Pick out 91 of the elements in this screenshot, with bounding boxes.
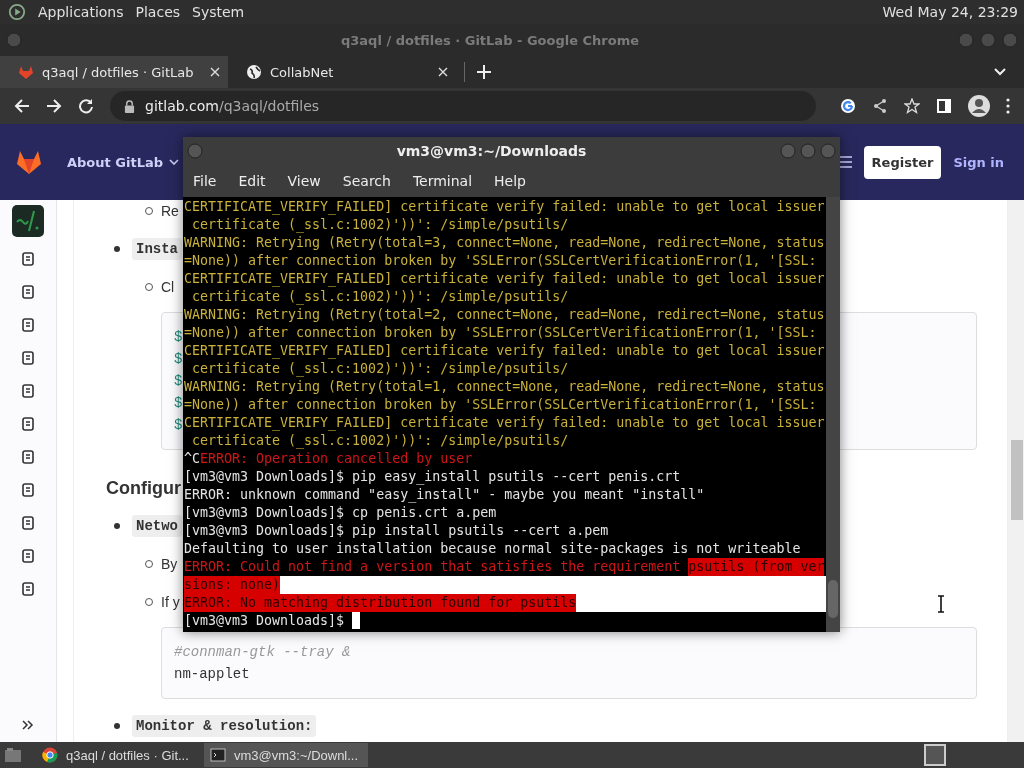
- section-heading: Configur: [106, 478, 181, 499]
- workspace-switcher[interactable]: [924, 744, 946, 766]
- menu-logo-icon[interactable]: [8, 3, 26, 21]
- taskbar-button[interactable]: q3aql / dotfiles · Git...: [36, 743, 200, 767]
- code-line: $: [174, 329, 183, 345]
- list-item-text: Re: [161, 202, 179, 221]
- terminal-text: certificate (_ssl.c:1002)'))': /simple/psutils/: [191, 288, 569, 306]
- page-scrollbar[interactable]: [1008, 200, 1024, 742]
- terminal-text: certificate (_ssl.c:1002)'))': /simple/psutils/: [191, 360, 569, 378]
- register-button[interactable]: Register: [863, 145, 942, 179]
- terminal-text: ERROR: Operation cancelled by user: [200, 450, 473, 468]
- bullet-icon: [114, 246, 120, 252]
- terminal-text: ERROR: unknown command "easy_install" - maybe you meant "install": [184, 486, 705, 504]
- terminal-text: WARNING: Retrying (Retry(total=2, connect=None, read=None, redirect=None, status: [184, 306, 825, 324]
- taskbar-button[interactable]: vm3@vm3:~/Downl...: [204, 743, 368, 767]
- back-icon[interactable]: [14, 98, 30, 114]
- code-line: nm-applet: [174, 666, 250, 682]
- terminal-text: CERTIFICATE_VERIFY_FAILED] certificate verify failed: unable to get local issuer: [184, 414, 825, 432]
- caret-icon[interactable]: [169, 159, 179, 165]
- inline-code: Monitor & resolution:: [132, 715, 317, 737]
- code-line: $: [174, 351, 183, 367]
- inline-code: Insta: [132, 238, 182, 260]
- bullet-icon: [114, 523, 120, 529]
- code-line: $: [174, 395, 183, 411]
- expand-icon[interactable]: [22, 720, 34, 730]
- star-icon[interactable]: [904, 98, 920, 114]
- panel-menu[interactable]: Applications: [38, 4, 124, 20]
- nav-menu[interactable]: About GitLab: [67, 154, 163, 170]
- panel-menu[interactable]: System: [192, 4, 245, 20]
- menu-item[interactable]: Terminal: [412, 173, 473, 189]
- fox-logo-icon[interactable]: [16, 150, 42, 174]
- terminal-text: [vm3@vm3 Downloads]$ pip install psutils --cert a.pem: [184, 522, 609, 540]
- lock-icon[interactable]: [124, 99, 135, 113]
- project-avatar-icon[interactable]: [12, 205, 44, 237]
- tab-list-icon[interactable]: [994, 68, 1006, 76]
- terminal-text: =None)) after connection broken by 'SSLError(SSLCertVerificationError(1, '[SSL:: [184, 324, 817, 342]
- menu-item[interactable]: Help: [494, 173, 526, 189]
- terminal-icon: [210, 747, 226, 763]
- list-item-text: Cl: [161, 278, 175, 297]
- terminal-text: certificate (_ssl.c:1002)'))': /simple/psutils/: [191, 432, 569, 450]
- code-line: $: [174, 417, 183, 433]
- inline-code: Netwo: [132, 515, 182, 537]
- hamburger-icon[interactable]: [837, 156, 852, 168]
- share-icon[interactable]: [872, 98, 888, 114]
- terminal-text: [vm3@vm3 Downloads]$ pip easy_install psutils --cert penis.crt: [184, 468, 681, 486]
- terminal-text: ERROR: Could not find a version that satisfies the requirement: [184, 558, 682, 576]
- reload-icon[interactable]: [78, 98, 94, 114]
- google-icon[interactable]: [840, 98, 856, 114]
- terminal-text: WARNING: Retrying (Retry(total=3, connect=None, read=None, redirect=None, status: [184, 234, 825, 252]
- address-bar[interactable]: gitlab.com/q3aql/dotfiles: [110, 91, 816, 121]
- window-title: q3aql / dotfiles · GitLab - Google Chrome: [339, 32, 641, 48]
- menu-item[interactable]: View: [287, 173, 321, 189]
- selected-text: psutils (from ver: [688, 558, 825, 576]
- terminal-scrollbar[interactable]: [826, 197, 840, 632]
- bullet-icon: [114, 723, 120, 729]
- terminal-text: [vm3@vm3 Downloads]$ cp penis.crt a.pem: [184, 504, 497, 522]
- terminal-text: Defaulting to user installation because normal site-packages is not writeable: [184, 540, 801, 558]
- menu-icon[interactable]: [1006, 98, 1010, 114]
- browser-icon: [42, 747, 58, 763]
- terminal-text: [vm3@vm3 Downloads]$: [184, 612, 346, 630]
- sign-in-link[interactable]: Sign in: [953, 154, 1004, 170]
- clock: Wed May 24, 23:29: [882, 4, 1018, 20]
- panel-menu[interactable]: Places: [135, 4, 181, 20]
- code-line: #connman-gtk --tray &: [174, 644, 351, 660]
- profile-icon[interactable]: [968, 95, 990, 117]
- window-title: vm3@vm3:~/Downloads: [395, 143, 588, 159]
- browser-tab[interactable]: q3aql / dotfiles · GitLab: [0, 56, 228, 88]
- terminal-text: ^C: [184, 450, 200, 468]
- selected-text: sions: none): [184, 576, 281, 594]
- menu-item[interactable]: Edit: [238, 173, 266, 189]
- new-tab-icon[interactable]: [477, 65, 491, 79]
- side-panel-icon[interactable]: [936, 98, 952, 114]
- list-item-text: By: [161, 555, 178, 574]
- show-desktop-icon[interactable]: [4, 747, 22, 763]
- terminal-text: =None)) after connection broken by 'SSLError(SSLCertVerificationError(1, '[SSL:: [184, 396, 817, 414]
- menu-item[interactable]: File: [193, 173, 217, 189]
- forward-icon[interactable]: [46, 98, 62, 114]
- terminal-text: WARNING: Retrying (Retry(total=1, connect=None, read=None, redirect=None, status: [184, 378, 825, 396]
- fox-logo-icon: [18, 64, 34, 80]
- terminal-text: CERTIFICATE_VERIFY_FAILED] certificate verify failed: unable to get local issuer: [184, 342, 825, 360]
- terminal-text: CERTIFICATE_VERIFY_FAILED] certificate verify failed: unable to get local issuer: [184, 270, 825, 288]
- list-item-text: If y: [161, 593, 180, 612]
- terminal-text: certificate (_ssl.c:1002)'))': /simple/psutils/: [191, 216, 569, 234]
- globe-icon: [246, 64, 262, 80]
- i-beam-cursor-icon: [937, 595, 945, 613]
- terminal-text: CERTIFICATE_VERIFY_FAILED] certificate verify failed: unable to get local issuer: [184, 198, 825, 216]
- menu-item[interactable]: Search: [342, 173, 391, 189]
- selected-text: ERROR: No matching distribution found for psutils: [184, 594, 577, 612]
- code-line: $: [174, 373, 183, 389]
- browser-tab[interactable]: CollabNet: [228, 56, 456, 88]
- terminal-text: =None)) after connection broken by 'SSLError(SSLCertVerificationError(1, '[SSL:: [184, 252, 817, 270]
